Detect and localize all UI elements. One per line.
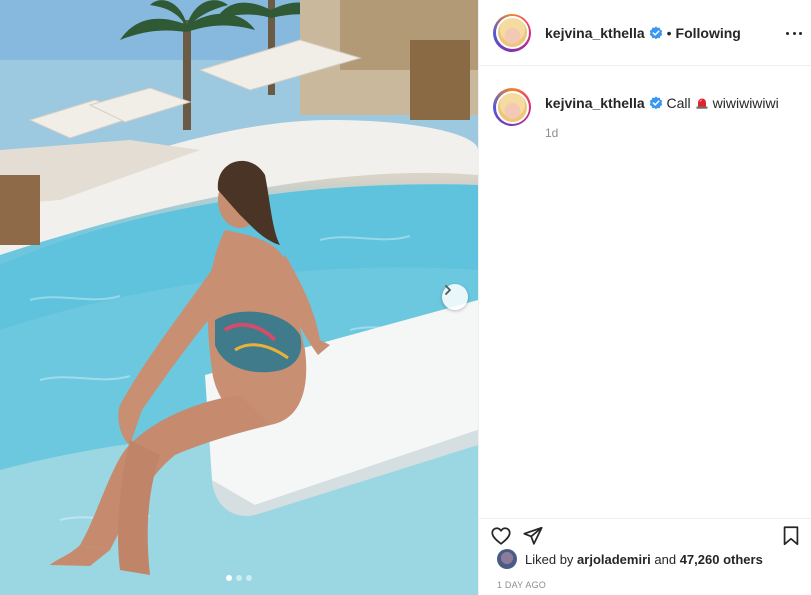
likes-summary: Liked by arjolademiri and 47,260 others — [497, 549, 763, 569]
verified-badge-icon — [649, 96, 662, 110]
header-avatar[interactable] — [493, 13, 531, 52]
carousel-indicator — [0, 575, 478, 581]
heart-icon[interactable] — [490, 525, 512, 547]
paper-plane-icon[interactable] — [522, 525, 544, 547]
likes-prefix: Liked by — [525, 551, 574, 567]
carousel-next-button[interactable] — [442, 284, 468, 310]
liker-avatar[interactable] — [497, 549, 517, 569]
avatar-image — [495, 90, 529, 124]
caption-text: kejvina_kthella Call wiwiwiwiwi — [545, 94, 779, 112]
caption-text-after: wiwiwiwiwi — [712, 95, 779, 111]
following-button[interactable]: Following — [676, 25, 741, 41]
header-username[interactable]: kejvina_kthella — [545, 25, 645, 41]
caption-avatar[interactable] — [493, 88, 531, 126]
carousel-dot-active — [226, 575, 232, 581]
carousel-dot — [236, 575, 242, 581]
post-details-panel: kejvina_kthella • Following kejvina_kthe… — [478, 0, 811, 595]
caption-body: kejvina_kthella Call wiwiwiwiwi 1d — [545, 88, 779, 140]
bookmark-icon[interactable] — [780, 525, 802, 547]
chevron-right-icon — [445, 285, 451, 295]
post-timestamp[interactable]: 1 day ago — [497, 580, 546, 590]
likes-middle: and — [654, 551, 677, 567]
photo-illustration — [0, 0, 478, 595]
post-photo[interactable] — [0, 0, 478, 595]
avatar-image — [495, 16, 529, 49]
post-actions: Liked by arjolademiri and 47,260 others … — [479, 518, 811, 595]
action-buttons — [490, 525, 544, 547]
caption-text-before: Call — [666, 95, 691, 111]
caption-time[interactable]: 1d — [545, 126, 779, 140]
caption-username[interactable]: kejvina_kthella — [545, 95, 645, 111]
post-caption: kejvina_kthella Call wiwiwiwiwi 1d — [493, 88, 803, 140]
header-separator: • — [666, 24, 672, 41]
carousel-dot — [246, 575, 252, 581]
likes-count[interactable]: 47,260 others — [680, 552, 763, 567]
police-light-icon — [696, 98, 708, 109]
more-options-icon[interactable] — [786, 25, 802, 41]
verified-badge-icon — [649, 26, 662, 39]
post-header: kejvina_kthella • Following — [479, 0, 811, 66]
liker-username[interactable]: arjolademiri — [577, 552, 651, 567]
